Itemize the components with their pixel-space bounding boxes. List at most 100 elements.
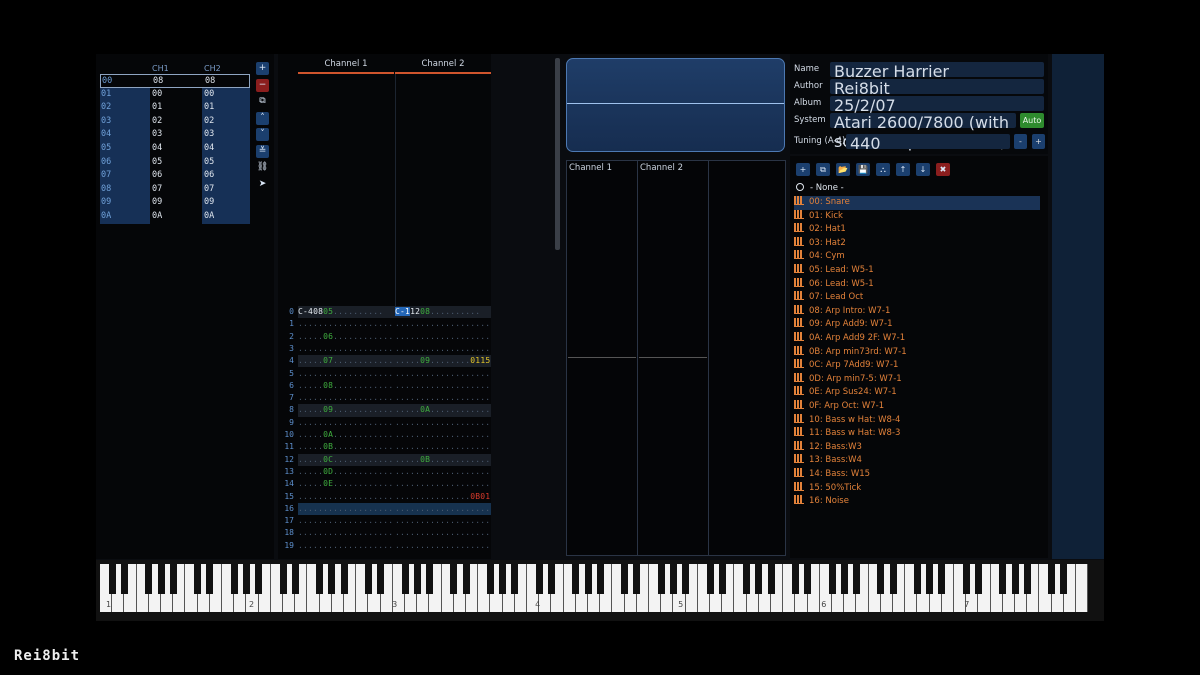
instrument-item[interactable]: 00: Snare bbox=[794, 196, 1040, 210]
pattern-row[interactable]: 14 .....0E............................... bbox=[278, 478, 491, 490]
piano-black-key[interactable] bbox=[913, 564, 921, 594]
pattern-cell-channel-2[interactable]: ...............0B01 bbox=[395, 491, 491, 503]
instrument-item[interactable]: 03: Hat2 bbox=[794, 236, 1040, 251]
order-row[interactable]: 01 00 00 bbox=[100, 88, 250, 102]
order-pattern-cell[interactable]: 01 bbox=[152, 101, 198, 115]
remove-order-button[interactable]: − bbox=[256, 78, 269, 92]
piano-black-key[interactable] bbox=[889, 564, 897, 594]
order-pattern-cell[interactable]: 03 bbox=[204, 128, 250, 142]
system-field[interactable]: Atari 2600/7800 (with software pitch dri… bbox=[830, 113, 1016, 151]
move-down-instrument-button[interactable]: ↓ bbox=[916, 163, 930, 176]
instrument-item[interactable]: 11: Bass w Hat: W8-3 bbox=[794, 427, 1040, 441]
piano-black-key[interactable] bbox=[511, 564, 519, 594]
order-row[interactable]: 04 03 03 bbox=[100, 128, 250, 142]
pattern-cell-channel-1[interactable]: ................... bbox=[298, 527, 394, 539]
order-pattern-cell[interactable]: 00 bbox=[152, 88, 198, 102]
piano-black-key[interactable] bbox=[938, 564, 946, 594]
pattern-row[interactable]: 13 .....0D............................... bbox=[278, 466, 491, 478]
piano-black-key[interactable] bbox=[462, 564, 470, 594]
order-pattern-cell[interactable]: 03 bbox=[152, 128, 198, 142]
pattern-row[interactable]: 19...................................... bbox=[278, 540, 491, 552]
piano-black-key[interactable] bbox=[242, 564, 250, 594]
pattern-cell-channel-2[interactable]: ................... bbox=[395, 368, 491, 380]
pattern-cell-channel-2[interactable]: .....09........0115 bbox=[395, 355, 491, 367]
order-row[interactable]: 0A 0A 0A bbox=[100, 210, 250, 224]
pattern-cell-channel-1[interactable]: ................... bbox=[298, 503, 394, 515]
pattern-cell-channel-2[interactable]: ................... bbox=[395, 380, 491, 392]
pattern-cell-channel-1[interactable]: .....0C............ bbox=[298, 454, 394, 466]
piano-black-key[interactable] bbox=[157, 564, 165, 594]
instrument-item[interactable]: 0E: Arp Sus24: W7-1 bbox=[794, 386, 1040, 400]
instrument-item[interactable]: 0D: Arp min7-5: W7-1 bbox=[794, 372, 1040, 387]
instrument-item[interactable]: 07: Lead Oct bbox=[794, 291, 1040, 305]
piano-black-key[interactable] bbox=[926, 564, 934, 594]
piano-black-key[interactable] bbox=[328, 564, 336, 594]
pattern-cell-channel-2[interactable]: .....0B............ bbox=[395, 454, 491, 466]
pattern-cell-channel-1[interactable]: ................... bbox=[298, 515, 394, 527]
pattern-cell-channel-1[interactable]: .....06............ bbox=[298, 331, 394, 343]
pattern-cell-channel-2[interactable]: ................... bbox=[395, 392, 491, 404]
piano-black-key[interactable] bbox=[669, 564, 677, 594]
pattern-row[interactable]: 5...................................... bbox=[278, 368, 491, 380]
pattern-cell-channel-1[interactable]: ................... bbox=[298, 368, 394, 380]
piano-black-key[interactable] bbox=[718, 564, 726, 594]
pattern-cell-channel-2[interactable]: ................... bbox=[395, 417, 491, 429]
piano-black-key[interactable] bbox=[145, 564, 153, 594]
piano-black-key[interactable] bbox=[291, 564, 299, 594]
instrument-item[interactable]: 05: Lead: W5-1 bbox=[794, 264, 1040, 278]
instrument-item[interactable]: 0A: Arp Add9 2F: W7-1 bbox=[794, 332, 1040, 346]
piano-black-key[interactable] bbox=[682, 564, 690, 594]
name-field[interactable]: Buzzer Harrier bbox=[830, 62, 1044, 81]
pattern-cell-channel-1[interactable]: .....0A............ bbox=[298, 429, 394, 441]
piano-black-key[interactable] bbox=[401, 564, 409, 594]
pattern-row[interactable]: 7...................................... bbox=[278, 392, 491, 404]
pattern-row[interactable]: 3...................................... bbox=[278, 343, 491, 355]
hierarchy-icon[interactable]: ⛬ bbox=[876, 163, 890, 176]
pattern-row[interactable]: 0 C-40805.......... C-11208.......... bbox=[278, 306, 491, 319]
order-pattern-cell[interactable]: 09 bbox=[152, 196, 198, 210]
album-field[interactable]: 25/2/07 bbox=[830, 96, 1044, 115]
pattern-row[interactable]: 10 .....0A............................... bbox=[278, 429, 491, 441]
link-icon[interactable]: ⛓ bbox=[256, 161, 269, 174]
piano-black-key[interactable] bbox=[255, 564, 263, 594]
pattern-cell-channel-2[interactable]: ................... bbox=[395, 478, 491, 490]
piano-black-key[interactable] bbox=[206, 564, 214, 594]
instrument-item[interactable]: 01: Kick bbox=[794, 209, 1040, 224]
pattern-cell-channel-1[interactable]: ................... bbox=[298, 417, 394, 429]
cursor-icon[interactable]: ➤ bbox=[256, 178, 269, 191]
pattern-cell-channel-2[interactable]: ................... bbox=[395, 527, 491, 539]
order-pattern-cell[interactable]: 09 bbox=[204, 196, 250, 210]
author-field[interactable]: Rei8bit bbox=[830, 79, 1044, 98]
piano-black-key[interactable] bbox=[230, 564, 238, 594]
order-pattern-cell[interactable]: 07 bbox=[152, 183, 198, 197]
pattern-row[interactable]: 9...................................... bbox=[278, 417, 491, 429]
order-pattern-cell[interactable]: 05 bbox=[204, 156, 250, 170]
instrument-item[interactable]: 09: Arp Add9: W7-1 bbox=[794, 318, 1040, 332]
piano-black-key[interactable] bbox=[755, 564, 763, 594]
piano-black-key[interactable] bbox=[340, 564, 348, 594]
order-row[interactable]: 00 08 08 bbox=[100, 74, 250, 88]
auto-system-button[interactable]: Auto bbox=[1020, 113, 1044, 128]
piano-black-key[interactable] bbox=[1023, 564, 1031, 594]
order-pattern-cell[interactable]: 06 bbox=[152, 169, 198, 183]
instrument-item[interactable]: 0F: Arp Oct: W7-1 bbox=[794, 400, 1040, 414]
order-pattern-cell[interactable]: 0A bbox=[204, 210, 250, 224]
order-row[interactable]: 06 05 05 bbox=[100, 156, 250, 170]
piano-black-key[interactable] bbox=[767, 564, 775, 594]
pattern-channel-2-header[interactable]: Channel 2 bbox=[395, 56, 491, 74]
pattern-cell-channel-2[interactable]: ................... bbox=[395, 515, 491, 527]
piano-black-key[interactable] bbox=[572, 564, 580, 594]
pattern-row[interactable]: 12 .....0C............ .....0B............ bbox=[278, 453, 491, 466]
tuning-field[interactable]: 440 bbox=[846, 134, 1010, 153]
piano-black-key[interactable] bbox=[877, 564, 885, 594]
pattern-row[interactable]: 16...................................... bbox=[278, 502, 491, 516]
piano-black-key[interactable] bbox=[194, 564, 202, 594]
pattern-cell-channel-2[interactable]: ................... bbox=[395, 343, 491, 355]
duplicate-instrument-button[interactable]: ⧉ bbox=[816, 163, 830, 176]
piano-black-key[interactable] bbox=[169, 564, 177, 594]
order-pattern-cell[interactable]: 00 bbox=[204, 88, 250, 102]
order-pattern-cell[interactable]: 08 bbox=[205, 75, 251, 89]
pattern-editor[interactable]: Channel 1 Channel 2 0 C-40805.......... C-… bbox=[278, 54, 491, 559]
pattern-cell-channel-1[interactable]: C-40805.......... bbox=[298, 306, 394, 318]
piano-black-key[interactable] bbox=[364, 564, 372, 594]
